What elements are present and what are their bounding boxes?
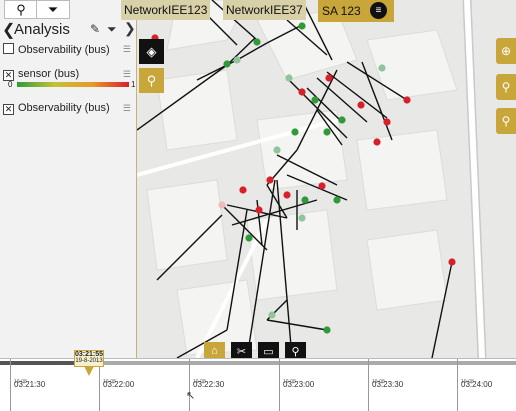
sensor-node[interactable] <box>338 116 346 124</box>
map-pin-icon[interactable]: ⚲ <box>4 0 38 19</box>
sensor-node[interactable] <box>268 311 276 319</box>
sensor-node[interactable] <box>298 214 306 222</box>
tick-time: 03:22:00 <box>103 380 135 389</box>
drag-handle-icon[interactable]: ☰ <box>123 44 131 55</box>
map-canvas[interactable] <box>137 0 516 358</box>
sensor-node[interactable] <box>301 196 309 204</box>
network-label-iee123[interactable]: NetworkIEE123 <box>121 0 211 20</box>
layer-sensor[interactable]: ✕ sensor (bus) ☰ <box>3 68 133 81</box>
sensor-node[interactable] <box>323 128 331 136</box>
sensor-node[interactable] <box>223 60 231 68</box>
sensor-node[interactable] <box>357 101 365 109</box>
layer-label: Observability (bus) <box>18 102 110 114</box>
tick-time: 03:23:00 <box>283 380 315 389</box>
sa-label-text: SA 123 <box>322 4 361 18</box>
sensor-node[interactable] <box>255 206 263 214</box>
tick-time: 03:24:00 <box>461 380 493 389</box>
sensor-node[interactable] <box>245 234 253 242</box>
layer-checkbox[interactable] <box>3 43 14 54</box>
layer-observability-1[interactable]: Observability (bus) ☰ <box>3 43 133 56</box>
globe-icon[interactable]: ⊕ <box>496 38 516 64</box>
marker-time: 03:21:55 <box>75 351 104 358</box>
wrench-icon[interactable]: ✎ <box>90 22 100 36</box>
timeline-tick <box>457 359 458 411</box>
sensor-node[interactable] <box>325 74 333 82</box>
location-icon[interactable]: ⚲ <box>139 68 164 93</box>
map-background <box>146 0 458 356</box>
tick-time: 03:23:30 <box>372 380 404 389</box>
sensor-node[interactable] <box>403 96 411 104</box>
tick-time: 03:22:30 <box>193 380 225 389</box>
sensor-node[interactable] <box>253 38 261 46</box>
sensor-node[interactable] <box>318 182 326 190</box>
panel-header: ❮ Analysis ✎ ⏷ ❯ <box>0 20 137 40</box>
sensor-node[interactable] <box>266 176 274 184</box>
panel-title: Analysis <box>14 21 70 38</box>
layer-label: sensor (bus) <box>18 68 80 80</box>
marker-date: 19-8-2013 <box>75 358 103 364</box>
search-icon[interactable]: ⚲ <box>496 74 516 100</box>
sensor-node[interactable] <box>378 64 386 72</box>
sensor-node[interactable] <box>373 138 381 146</box>
funnel-icon[interactable]: ⏷ <box>107 22 117 37</box>
stack-icon[interactable]: ≡ <box>370 2 387 19</box>
sensor-node[interactable] <box>285 74 293 82</box>
sensor-node[interactable] <box>233 56 241 64</box>
analysis-panel: ⚲ ⏷ ❮ Analysis ✎ ⏷ ❯ Observability (bus)… <box>0 0 137 358</box>
layer-label: Observability (bus) <box>18 44 110 56</box>
layers-icon[interactable]: ◈ <box>139 39 164 64</box>
sensor-node[interactable] <box>239 186 247 194</box>
sensor-node[interactable] <box>218 201 226 209</box>
drag-handle-icon[interactable]: ☰ <box>123 103 131 114</box>
forward-chevron-icon[interactable]: ❯ <box>124 20 136 37</box>
sensor-node[interactable] <box>298 22 306 30</box>
sensor-node[interactable] <box>273 146 281 154</box>
layer-observability-2[interactable]: ✕ Observability (bus) ☰ <box>3 102 133 115</box>
mouse-cursor-icon: ↖ <box>186 390 196 402</box>
filter-icon[interactable]: ⏷ <box>36 0 70 19</box>
sensor-node[interactable] <box>283 191 291 199</box>
sensor-node[interactable] <box>311 96 319 104</box>
network-line <box>266 319 328 331</box>
legend-max: 1 <box>131 80 136 89</box>
tick-time: 03:21:30 <box>14 380 46 389</box>
sensor-node[interactable] <box>298 88 306 96</box>
timeline-tick <box>189 359 190 411</box>
timeline-marker[interactable]: 03:21:55 19-8-2013 <box>74 350 104 367</box>
timeline-tick <box>368 359 369 411</box>
map-view[interactable] <box>137 0 516 358</box>
network-label-iee37[interactable]: NetworkIEE37 <box>223 0 306 20</box>
pin-icon[interactable]: ⚲ <box>496 108 516 134</box>
timeline-tick <box>279 359 280 411</box>
sensor-node[interactable] <box>448 258 456 266</box>
sensor-node[interactable] <box>333 196 341 204</box>
sensor-node[interactable] <box>291 128 299 136</box>
timeline-tick <box>10 359 11 411</box>
sa-label[interactable]: SA 123 ≡ <box>318 0 394 22</box>
timeline-marker-pointer[interactable] <box>84 366 94 376</box>
sensor-legend-gradient <box>17 82 129 87</box>
sensor-node[interactable] <box>323 326 331 334</box>
drag-handle-icon[interactable]: ☰ <box>123 69 131 80</box>
legend-min: 0 <box>8 80 13 89</box>
layer-checkbox-checked[interactable]: ✕ <box>3 104 14 115</box>
sensor-node[interactable] <box>383 118 391 126</box>
